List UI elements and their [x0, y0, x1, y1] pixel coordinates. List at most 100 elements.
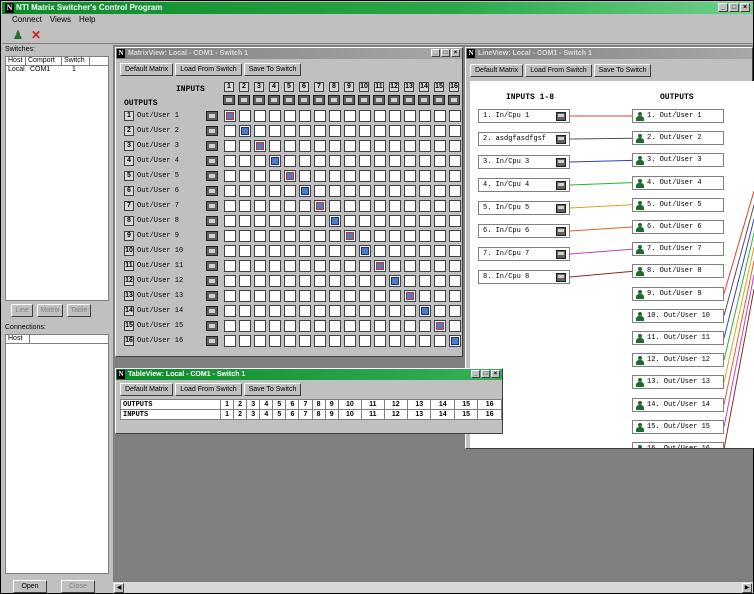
matrix-cell[interactable] [374, 245, 386, 257]
matrix-cell[interactable] [344, 305, 356, 317]
matrix-cell[interactable] [284, 335, 296, 347]
matrix-cell[interactable] [314, 335, 326, 347]
matrix-cell[interactable] [434, 275, 446, 287]
matrix-cell[interactable] [299, 290, 311, 302]
matrix-cell[interactable] [224, 125, 236, 137]
input-device-icon[interactable] [373, 95, 385, 105]
matrix-cell[interactable] [284, 290, 296, 302]
table-view-titlebar[interactable]: N TableView: Local - COM1 - Switch 1 _ □ … [116, 369, 502, 380]
matrix-cell[interactable] [314, 200, 326, 212]
matrix-cell[interactable] [269, 185, 281, 197]
matrix-cell[interactable] [239, 320, 251, 332]
matrix-cell[interactable] [299, 155, 311, 167]
matrix-cell[interactable] [239, 170, 251, 182]
table-close-button[interactable]: × [491, 370, 500, 378]
matrix-cell[interactable] [404, 335, 416, 347]
output-device-icon[interactable] [206, 321, 218, 331]
matrix-cell[interactable] [254, 125, 266, 137]
matrix-cell[interactable] [434, 335, 446, 347]
matrix-cell[interactable] [419, 200, 431, 212]
matrix-cell[interactable] [224, 320, 236, 332]
matrix-cell[interactable] [314, 185, 326, 197]
menu-help[interactable]: Help [79, 14, 95, 26]
matrix-cell[interactable] [239, 185, 251, 197]
matrix-cell[interactable] [344, 170, 356, 182]
matrix-cell[interactable] [224, 230, 236, 242]
input-cell[interactable]: 16 [477, 409, 502, 420]
matrix-cell[interactable] [224, 185, 236, 197]
matrix-cell[interactable] [434, 245, 446, 257]
input-device-icon[interactable] [283, 95, 295, 105]
matrix-cell[interactable] [449, 230, 461, 242]
matrix-cell[interactable] [224, 155, 236, 167]
matrix-cell[interactable] [389, 245, 401, 257]
matrix-cell[interactable] [254, 320, 266, 332]
matrix-cell[interactable] [344, 335, 356, 347]
input-cell[interactable]: 11 [361, 409, 385, 420]
output-device-icon[interactable] [206, 336, 218, 346]
output-item[interactable]: 6. Out/User 6 [632, 220, 724, 234]
matrix-cell[interactable] [254, 245, 266, 257]
matrix-cell[interactable] [434, 290, 446, 302]
matrix-cell[interactable] [434, 125, 446, 137]
matrix-cell[interactable] [404, 110, 416, 122]
switches-list[interactable]: Host Comport Switch Local COM1 1 [5, 56, 109, 301]
output-device-icon[interactable] [206, 291, 218, 301]
matrix-cell[interactable] [434, 320, 446, 332]
matrix-cell[interactable] [239, 200, 251, 212]
menu-views[interactable]: Views [50, 14, 71, 26]
matrix-cell[interactable] [269, 170, 281, 182]
save-to-switch-button[interactable]: Save To Switch [243, 63, 302, 76]
matrix-cell[interactable] [374, 290, 386, 302]
default-matrix-button[interactable]: Default Matrix [470, 64, 524, 77]
matrix-cell[interactable] [449, 275, 461, 287]
matrix-cell[interactable] [404, 125, 416, 137]
matrix-cell[interactable] [254, 275, 266, 287]
matrix-cell[interactable] [254, 260, 266, 272]
input-cell[interactable]: 8 [311, 409, 326, 420]
matrix-cell[interactable] [284, 110, 296, 122]
matrix-cell[interactable] [449, 215, 461, 227]
matrix-cell[interactable] [314, 305, 326, 317]
input-cell[interactable]: 12 [383, 409, 409, 420]
matrix-cell[interactable] [419, 140, 431, 152]
output-item[interactable]: 11. Out/User 11 [632, 331, 724, 345]
matrix-cell[interactable] [389, 110, 401, 122]
matrix-cell[interactable] [269, 200, 281, 212]
matrix-cell[interactable] [284, 260, 296, 272]
matrix-cell[interactable] [449, 125, 461, 137]
output-item[interactable]: 8. Out/User 8 [632, 264, 724, 279]
input-item[interactable]: 8. In/Cpu 8 [478, 270, 570, 284]
matrix-cell[interactable] [359, 110, 371, 122]
output-item[interactable]: 16. Out/User 16 [632, 442, 724, 448]
output-device-icon[interactable] [206, 306, 218, 316]
minimize-button[interactable]: _ [718, 3, 728, 12]
matrix-cell[interactable] [284, 305, 296, 317]
matrix-cell[interactable] [329, 335, 341, 347]
output-item[interactable]: 1. Out/User 1 [632, 109, 724, 123]
input-item[interactable]: 4. In/Cpu 4 [478, 178, 570, 192]
matrix-cell[interactable] [254, 230, 266, 242]
matrix-cell[interactable] [284, 245, 296, 257]
input-device-icon[interactable] [253, 95, 265, 105]
table-minimize-button[interactable]: _ [471, 370, 480, 378]
table-maximize-button[interactable]: □ [481, 370, 490, 378]
matrix-cell[interactable] [329, 290, 341, 302]
matrix-cell[interactable] [329, 110, 341, 122]
matrix-cell[interactable] [329, 170, 341, 182]
matrix-cell[interactable] [224, 260, 236, 272]
matrix-cell[interactable] [299, 245, 311, 257]
table-button[interactable]: Table [67, 304, 91, 317]
matrix-cell[interactable] [419, 320, 431, 332]
matrix-cell[interactable] [449, 320, 461, 332]
matrix-cell[interactable] [449, 155, 461, 167]
input-device-icon[interactable] [448, 95, 460, 105]
matrix-cell[interactable] [344, 215, 356, 227]
matrix-cell[interactable] [344, 110, 356, 122]
matrix-cell[interactable] [284, 140, 296, 152]
matrix-cell[interactable] [329, 305, 341, 317]
matrix-cell[interactable] [374, 275, 386, 287]
matrix-cell[interactable] [419, 245, 431, 257]
matrix-cell[interactable] [299, 335, 311, 347]
output-device-icon[interactable] [206, 231, 218, 241]
